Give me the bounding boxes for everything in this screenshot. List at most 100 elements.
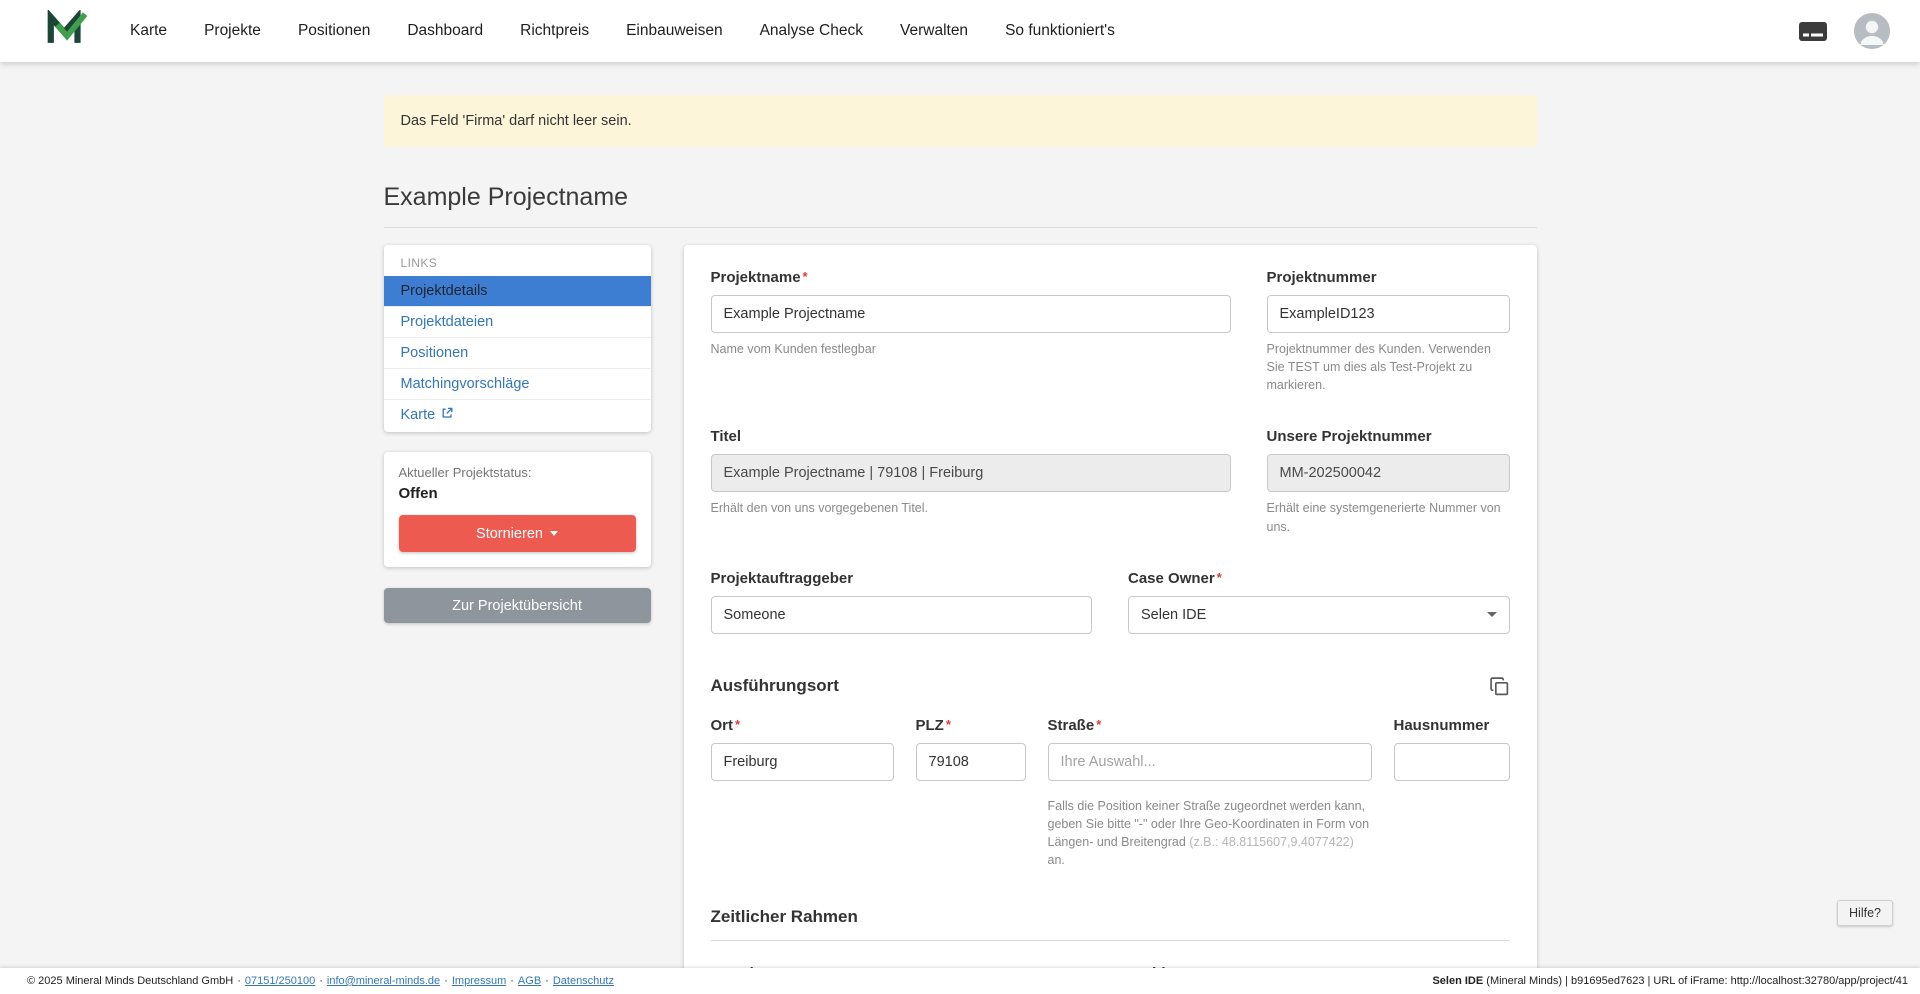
projektnummer-input[interactable] [1267, 295, 1510, 333]
nav-item-einbauweisen[interactable]: Einbauweisen [626, 22, 723, 40]
ausfuehrungsort-title: Ausführungsort [711, 676, 839, 696]
ort-label: Ort* [711, 717, 894, 734]
case-owner-value: Selen IDE [1141, 607, 1206, 623]
titel-hint: Erhält den von uns vorgegebenen Titel. [711, 499, 1231, 517]
chevron-down-icon [1487, 612, 1497, 617]
projektname-input[interactable] [711, 295, 1231, 333]
nav-item-dashboard[interactable]: Dashboard [407, 22, 483, 40]
unsere-projektnummer-label: Unsere Projektnummer [1267, 428, 1510, 445]
required-marker: * [803, 269, 808, 284]
footer-separator: · [510, 975, 514, 987]
required-marker: * [946, 717, 951, 732]
help-button[interactable]: Hilfe? [1837, 900, 1893, 926]
plz-label: PLZ* [916, 717, 1026, 734]
navbar-right [1798, 13, 1890, 49]
projektauftraggeber-label: Projektauftraggeber [711, 570, 1093, 587]
main-nav: Karte Projekte Positionen Dashboard Rich… [130, 22, 1115, 40]
footer-left: © 2025 Mineral Minds Deutschland GmbH · … [27, 975, 614, 987]
sidebar-item-matchingvorschlaege[interactable]: Matchingvorschläge [384, 368, 651, 399]
user-avatar[interactable] [1854, 13, 1890, 49]
projektname-field: Projektname* Name vom Kunden festlegbar [711, 269, 1231, 394]
footer-link-phone[interactable]: 07151/250100 [245, 975, 315, 987]
sidebar-item-projektdateien[interactable]: Projektdateien [384, 306, 651, 337]
sidebar-item-label: Projektdetails [401, 283, 488, 299]
links-card: LINKS Projektdetails Projektdateien Posi… [384, 245, 651, 432]
projektauftraggeber-field: Projektauftraggeber [711, 570, 1093, 634]
titel-field: Titel Erhält den von uns vorgegebenen Ti… [711, 428, 1231, 535]
plz-input[interactable] [916, 743, 1026, 781]
nav-item-karte[interactable]: Karte [130, 22, 167, 40]
case-owner-field: Case Owner* Selen IDE [1128, 570, 1510, 634]
project-overview-button[interactable]: Zur Projektübersicht [384, 588, 651, 623]
sidebar-item-projektdetails[interactable]: Projektdetails [384, 276, 651, 306]
main-area: Das Feld 'Firma' darf nicht leer sein. E… [0, 62, 1920, 968]
plz-field: PLZ* [916, 717, 1026, 781]
section-divider [711, 940, 1510, 941]
nav-item-so-funktionierts[interactable]: So funktioniert's [1005, 22, 1115, 40]
brand-logo[interactable] [46, 10, 88, 52]
unsere-projektnummer-hint: Erhält eine systemgenerierte Nummer von … [1267, 499, 1510, 535]
nav-item-projekte[interactable]: Projekte [204, 22, 261, 40]
unsere-projektnummer-input [1267, 454, 1510, 492]
nav-item-richtpreis[interactable]: Richtpreis [520, 22, 589, 40]
nav-item-verwalten[interactable]: Verwalten [900, 22, 968, 40]
footer-separator: · [545, 975, 549, 987]
footer-session-info: (Mineral Minds) | b91695ed7623 | URL of … [1483, 975, 1908, 987]
chevron-down-icon [550, 531, 558, 536]
unsere-projektnummer-field: Unsere Projektnummer Erhält eine systemg… [1267, 428, 1510, 535]
cancel-project-button[interactable]: Stornieren [399, 515, 636, 552]
footer-separator: · [444, 975, 448, 987]
sidebar-item-label: Matchingvorschläge [401, 376, 530, 392]
case-owner-label: Case Owner* [1128, 570, 1510, 587]
footer-link-email[interactable]: info@mineral-minds.de [327, 975, 440, 987]
strasse-input[interactable] [1048, 743, 1372, 781]
case-owner-select[interactable]: Selen IDE [1128, 596, 1510, 634]
projektname-label: Projektname* [711, 269, 1231, 286]
sidebar-item-label: Positionen [401, 345, 469, 361]
projektnummer-field: Projektnummer Projektnummer des Kunden. … [1267, 269, 1510, 394]
sidebar: LINKS Projektdetails Projektdateien Posi… [384, 245, 651, 623]
projektnummer-label: Projektnummer [1267, 269, 1510, 286]
titel-input [711, 454, 1231, 492]
alert-banner: Das Feld 'Firma' darf nicht leer sein. [384, 95, 1537, 147]
sidebar-item-label: Karte [401, 407, 436, 423]
status-card: Aktueller Projektstatus: Offen Storniere… [384, 452, 651, 567]
nav-item-analyse-check[interactable]: Analyse Check [760, 22, 863, 40]
hausnummer-label: Hausnummer [1394, 717, 1510, 734]
projektauftraggeber-input[interactable] [711, 596, 1093, 634]
hausnummer-field: Hausnummer [1394, 717, 1510, 781]
strasse-field: Straße* [1048, 717, 1372, 781]
alert-message: Das Feld 'Firma' darf nicht leer sein. [401, 113, 632, 129]
footer-separator: · [237, 975, 241, 987]
sidebar-item-label: Projektdateien [401, 314, 494, 330]
cancel-button-label: Stornieren [476, 526, 543, 542]
links-header: LINKS [384, 245, 651, 276]
copy-icon[interactable] [1489, 676, 1510, 697]
footer-right: Selen IDE (Mineral Minds) | b91695ed7623… [1432, 975, 1908, 987]
ort-input[interactable] [711, 743, 894, 781]
top-navbar: Karte Projekte Positionen Dashboard Rich… [0, 0, 1920, 62]
required-marker: * [735, 717, 740, 732]
required-marker: * [1217, 570, 1222, 585]
footer-link-impressum[interactable]: Impressum [452, 975, 506, 987]
projektnummer-hint: Projektnummer des Kunden. Verwenden Sie … [1267, 340, 1510, 394]
sidebar-item-positionen[interactable]: Positionen [384, 337, 651, 368]
status-label: Aktueller Projektstatus: [399, 465, 636, 480]
footer-link-agb[interactable]: AGB [518, 975, 541, 987]
strasse-label: Straße* [1048, 717, 1372, 734]
footer-link-datenschutz[interactable]: Datenschutz [553, 975, 614, 987]
status-value: Offen [399, 485, 636, 502]
page-title: Example Projectname [384, 183, 1537, 212]
copyright-text: © 2025 Mineral Minds Deutschland GmbH [27, 975, 233, 987]
title-divider [384, 227, 1537, 228]
nav-item-positionen[interactable]: Positionen [298, 22, 370, 40]
mineral-minds-logo-icon [46, 10, 88, 52]
footer-separator: · [319, 975, 323, 987]
projektname-hint: Name vom Kunden festlegbar [711, 340, 1231, 358]
subtitles-icon[interactable] [1798, 21, 1828, 42]
zeitlicher-rahmen-title: Zeitlicher Rahmen [711, 907, 858, 927]
project-details-form: Projektname* Name vom Kunden festlegbar … [684, 245, 1537, 968]
hausnummer-input[interactable] [1394, 743, 1510, 781]
external-link-icon [441, 407, 453, 423]
sidebar-item-karte[interactable]: Karte [384, 399, 651, 430]
